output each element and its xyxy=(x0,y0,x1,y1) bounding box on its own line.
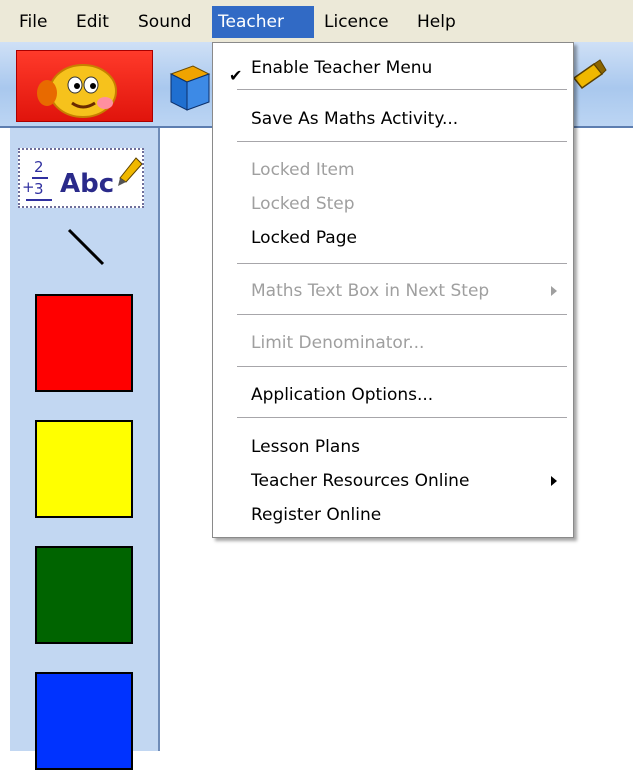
menu-licence[interactable]: Licence xyxy=(318,6,395,38)
menu-item-limit-denominator[interactable]: Limit Denominator... xyxy=(251,328,424,358)
menu-item-locked-step[interactable]: Locked Step xyxy=(251,189,355,219)
menu-separator xyxy=(237,417,567,419)
color-swatch-yellow[interactable] xyxy=(35,420,133,518)
fraction-prefix: + xyxy=(22,178,35,196)
pencil-icon xyxy=(118,157,143,186)
menu-edit[interactable]: Edit xyxy=(70,6,115,38)
check-icon: ✔ xyxy=(229,66,243,85)
math-tool-label: Abc xyxy=(60,169,114,199)
fraction-numerator: 2 xyxy=(34,158,44,176)
menu-bar: File Edit Sound Teacher Licence Help xyxy=(0,0,633,42)
teacher-menu-dropdown: ✔ Enable Teacher Menu Save As Maths Acti… xyxy=(212,42,574,538)
menu-item-register-online[interactable]: Register Online xyxy=(251,500,381,530)
left-edge xyxy=(0,128,10,751)
menu-item-save-as-maths-activity[interactable]: Save As Maths Activity... xyxy=(251,104,458,134)
menu-item-locked-item[interactable]: Locked Item xyxy=(251,155,355,185)
color-swatch-blue[interactable] xyxy=(35,672,133,770)
menu-separator xyxy=(237,141,567,143)
menu-item-locked-page[interactable]: Locked Page xyxy=(251,223,357,253)
menu-item-enable-teacher-menu[interactable]: Enable Teacher Menu xyxy=(251,53,432,83)
menu-teacher[interactable]: Teacher xyxy=(212,6,314,38)
line-tool-icon[interactable] xyxy=(65,224,109,273)
menu-separator xyxy=(237,263,567,265)
menu-separator xyxy=(237,366,567,368)
menu-separator xyxy=(237,314,567,316)
menu-item-teacher-resources-online[interactable]: Teacher Resources Online xyxy=(251,466,469,496)
submenu-arrow-icon xyxy=(551,286,557,296)
fraction-denominator: 3 xyxy=(34,180,44,198)
menu-help[interactable]: Help xyxy=(411,6,462,38)
math-text-tool[interactable]: 2 + 3 Abc xyxy=(18,148,144,208)
menu-item-application-options[interactable]: Application Options... xyxy=(251,380,433,410)
pencil-icon[interactable] xyxy=(570,52,610,97)
submenu-arrow-icon xyxy=(551,476,557,486)
color-swatch-red[interactable] xyxy=(35,294,133,392)
menu-item-lesson-plans[interactable]: Lesson Plans xyxy=(251,432,360,462)
menu-file[interactable]: File xyxy=(13,6,53,38)
mascot-logo-icon[interactable] xyxy=(16,50,153,122)
menu-separator xyxy=(237,89,567,91)
menu-sound[interactable]: Sound xyxy=(132,6,198,38)
box-icon[interactable] xyxy=(163,52,213,119)
tool-panel: 2 + 3 Abc xyxy=(10,128,160,770)
color-swatch-green[interactable] xyxy=(35,546,133,644)
menu-item-maths-text-box-next-step[interactable]: Maths Text Box in Next Step xyxy=(251,276,489,306)
